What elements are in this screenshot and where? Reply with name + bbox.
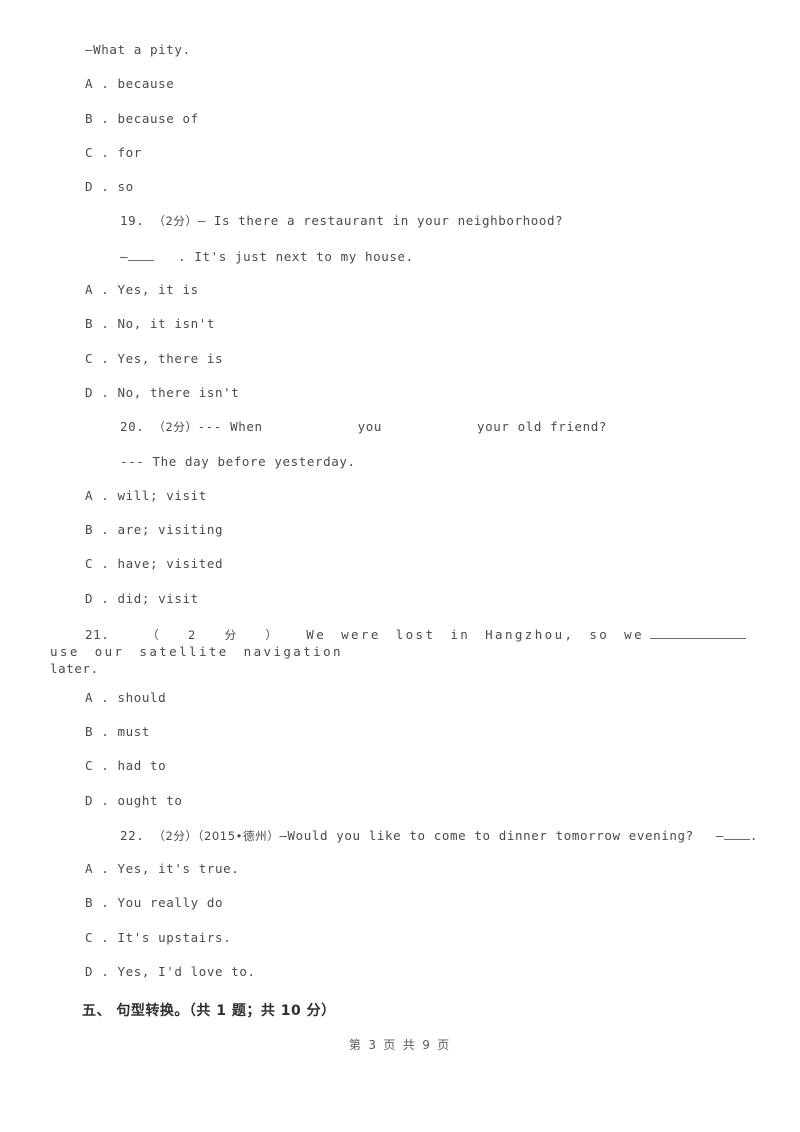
option-item[interactable]: A . Yes, it's true. <box>50 862 752 880</box>
question-21-stem: 21. （2分）We were lost in Hangzhou, so weus… <box>50 627 752 678</box>
option-item[interactable]: D . No, there isn't <box>50 386 752 404</box>
question-20-stem-c: your old friend? <box>477 419 608 435</box>
option-item[interactable]: B . No, it isn't <box>50 318 752 335</box>
question-21-stem-a: We were lost in Hangzhou, so we <box>306 627 644 643</box>
question-22-stem: 22. （2分）（2015•德州）—Would you like to come … <box>50 827 757 846</box>
question-20-number: 20. <box>120 419 145 435</box>
question-22-dash: — <box>715 827 724 843</box>
option-item[interactable]: B . because of <box>50 112 752 130</box>
question-22-source: （2015•德州） <box>197 828 280 843</box>
question-21-stem-b: use our satellite navigation <box>50 643 343 659</box>
question-21-stem-c: later. <box>50 660 99 676</box>
question-22-stem-a: —Would you like to come to dinner tomorr… <box>279 827 694 843</box>
option-item[interactable]: B . You really do <box>50 897 752 914</box>
option-item[interactable]: C . had to <box>50 760 752 777</box>
question-21-number: 21. <box>85 627 110 643</box>
option-item[interactable]: D . did; visit <box>50 592 752 610</box>
question-20-stem-mid: you <box>357 419 383 435</box>
question-19-stem-text: — Is there a restaurant in your neighbor… <box>197 213 564 229</box>
question-20-stem-line2: --- The day before yesterday. <box>50 453 752 473</box>
answer-blank[interactable] <box>650 627 746 640</box>
option-item[interactable]: D . so <box>50 180 752 198</box>
question-20-answer-text: --- The day before yesterday. <box>120 453 356 469</box>
option-item[interactable]: B . are; visiting <box>50 523 752 541</box>
continued-stem-tail: —What a pity. <box>85 42 191 57</box>
option-item[interactable]: B . must <box>50 725 752 743</box>
option-item[interactable]: A . will; visit <box>50 489 752 507</box>
question-20-points: （2分） <box>153 420 198 435</box>
question-22-period: . <box>749 827 759 843</box>
option-item[interactable]: C . It's upstairs. <box>50 931 752 949</box>
option-item[interactable]: A . Yes, it is <box>50 283 752 301</box>
option-item[interactable]: D . ought to <box>50 794 752 812</box>
section-heading: 五、 句型转换。（共 1 题；共 10 分） <box>82 1003 336 1019</box>
option-item[interactable]: A . because <box>50 78 752 95</box>
option-item[interactable]: C . Yes, there is <box>50 352 752 370</box>
question-20-stem-a: --- When <box>197 419 263 435</box>
page-content: —What a pity. A . because B . because of… <box>50 42 757 1000</box>
question-19-stem-line2: — . It's just next to my house. <box>50 250 752 267</box>
option-item[interactable]: D . Yes, I'd love to. <box>50 965 752 983</box>
question-19-stem-line1: 19. （2分）— Is there a restaurant in your n… <box>50 215 752 232</box>
option-item[interactable]: C . have; visited <box>50 558 752 575</box>
question-19-points: （2分） <box>153 214 198 229</box>
question-19-number: 19. <box>120 213 145 229</box>
option-item[interactable]: C . for <box>50 146 752 164</box>
question-19-stem-tail: . It's just next to my house. <box>178 248 414 264</box>
option-item[interactable]: A . should <box>50 691 752 709</box>
question-22-points: （2分） <box>153 828 198 843</box>
page-footer: 第 3 页 共 9 页 <box>348 1038 452 1052</box>
answer-blank[interactable] <box>128 250 155 261</box>
question-21-points: （2分） <box>118 628 307 643</box>
question-19-dash: — <box>120 248 129 264</box>
question-20-stem-line1: 20. （2分）--- When you your old friend? <box>50 421 752 438</box>
question-22-number: 22. <box>120 827 145 843</box>
answer-blank[interactable] <box>723 829 750 840</box>
document-page: —What a pity. A . because B . because of… <box>0 0 800 1132</box>
